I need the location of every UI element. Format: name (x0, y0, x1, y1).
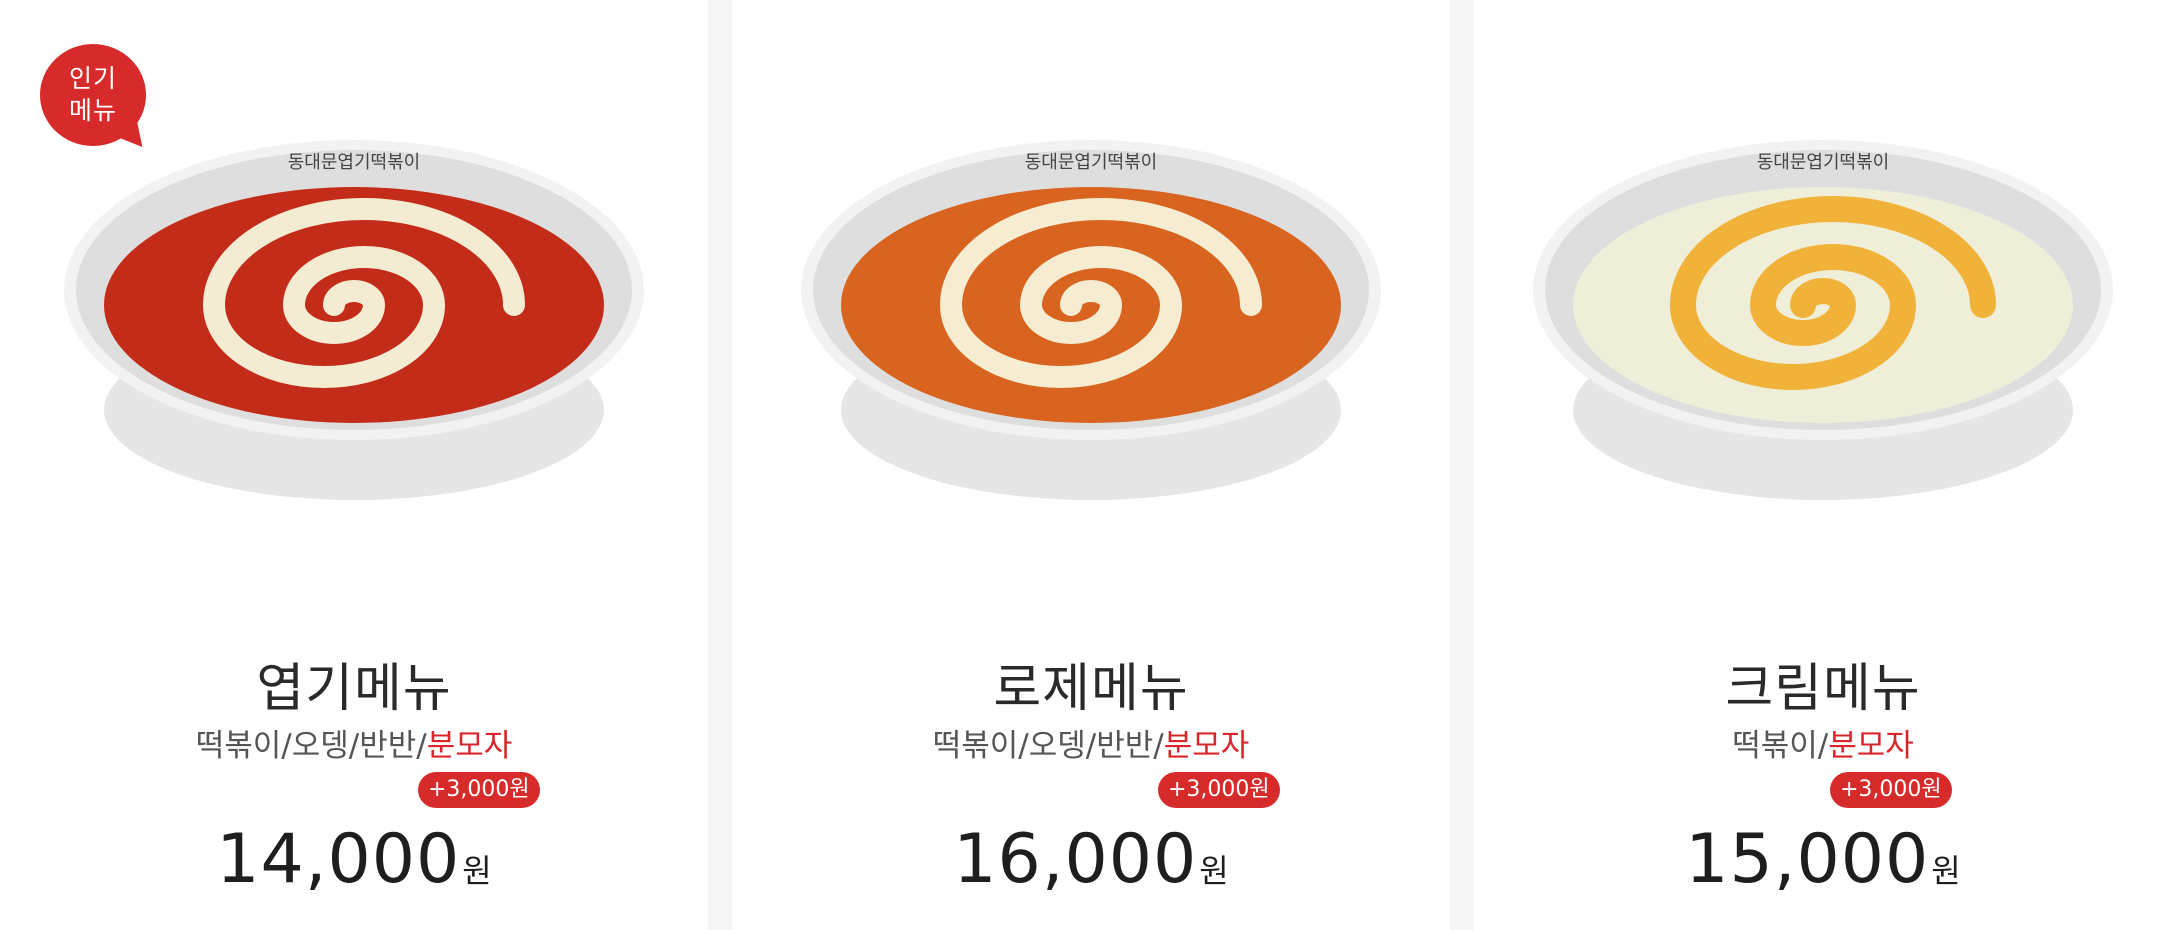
tteokbokki-bowl-image: 동대문엽기떡볶이 (1533, 110, 2113, 530)
options-plain: 떡볶이/ (1732, 728, 1829, 764)
badge-line1: 인기 (68, 64, 117, 93)
menu-title: 로제메뉴 (993, 659, 1189, 719)
price-number: 14,000 (216, 820, 461, 899)
menu-title: 엽기메뉴 (256, 659, 452, 719)
bowl-rose-illustration: 동대문엽기떡볶이 (801, 140, 1381, 500)
options-plain: 떡볶이/오뎅/반반/ (195, 728, 427, 764)
extra-price-pill: +3,000원 (1158, 772, 1280, 808)
options-red: 분모자 (426, 728, 513, 764)
menu-title: 크림메뉴 (1725, 659, 1921, 719)
options-plain: 떡볶이/오뎅/반반/ (932, 728, 1164, 764)
menu-card-rose[interactable]: 동대문엽기떡볶이 로제메뉴 떡볶이/오뎅/반반/분모자 +3,000원 16,0… (732, 0, 1450, 930)
tteokbokki-bowl-image: 동대문엽기떡볶이 (64, 110, 644, 530)
menu-options: 떡볶이/분모자 (1474, 720, 2172, 765)
options-red: 분모자 (1163, 728, 1250, 764)
extra-price-pill: +3,000원 (1830, 772, 1952, 808)
bowl-brand-text: 동대문엽기떡볶이 (1757, 152, 1889, 173)
sauce (104, 187, 604, 423)
menu-options: 떡볶이/오뎅/반반/분모자 (0, 720, 708, 765)
extra-price-pill: +3,000원 (418, 772, 540, 808)
bowl-brand-text: 동대문엽기떡볶이 (1025, 152, 1157, 173)
badge-line2: 메뉴 (68, 96, 117, 125)
options-red: 분모자 (1828, 728, 1914, 764)
badge-bubble: 인기 메뉴 (40, 44, 146, 146)
price-unit: 원 (1199, 852, 1229, 890)
menu-card-cream[interactable]: 동대문엽기떡볶이 크림메뉴 떡볶이/분모자 +3,000원 15,000원 (1474, 0, 2172, 930)
menu-options: 떡볶이/오뎅/반반/분모자 (732, 720, 1450, 765)
sauce (1573, 187, 2073, 423)
bowl-yeopgi-illustration: 동대문엽기떡볶이 (64, 140, 644, 500)
tteokbokki-bowl-image: 동대문엽기떡볶이 (801, 110, 1381, 530)
menu-price: 16,000원 (732, 820, 1450, 899)
price-number: 16,000 (953, 820, 1198, 899)
popular-badge: 인기 메뉴 (40, 44, 154, 156)
bowl-cream-illustration: 동대문엽기떡볶이 (1533, 140, 2113, 500)
price-number: 15,000 (1685, 820, 1930, 899)
price-unit: 원 (1931, 852, 1961, 890)
menu-card-yeopgi[interactable]: 동대문엽기떡볶이 인기 메뉴 엽기메뉴 떡볶이/오뎅/반반/분모자 +3,000… (0, 0, 708, 930)
menu-price: 15,000원 (1474, 820, 2172, 899)
menu-price: 14,000원 (0, 820, 708, 899)
bowl-brand-text: 동대문엽기떡볶이 (288, 152, 420, 173)
price-unit: 원 (462, 852, 492, 890)
sauce (841, 187, 1341, 423)
